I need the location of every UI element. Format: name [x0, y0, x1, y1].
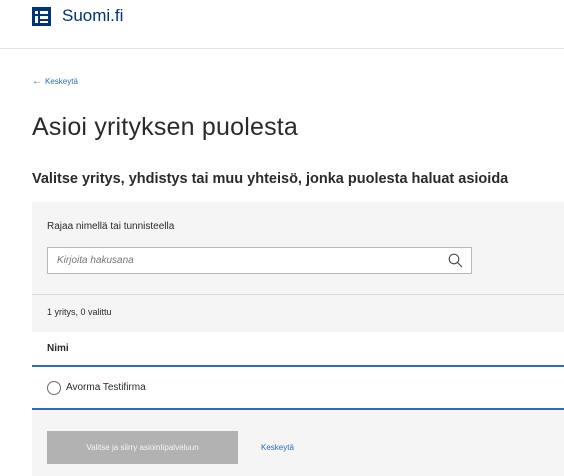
- arrow-left-icon: ←: [32, 76, 42, 87]
- radio-button[interactable]: [47, 381, 61, 395]
- organization-name: Avorma Testifirma: [66, 382, 146, 393]
- cancel-link[interactable]: Keskeytä: [261, 442, 294, 453]
- search-icon[interactable]: [448, 253, 463, 268]
- organization-row[interactable]: Avorma Testifirma: [32, 367, 564, 410]
- back-cancel-link[interactable]: ← Keskeytä: [32, 76, 78, 88]
- search-input[interactable]: [48, 248, 428, 273]
- search-box: [47, 247, 472, 274]
- organization-selection-panel: Rajaa nimellä tai tunnisteella 1 yritys,…: [32, 202, 564, 476]
- page-title: Asioi yrityksen puolesta: [32, 113, 299, 141]
- table-column-header: Nimi: [32, 332, 564, 367]
- select-and-continue-button[interactable]: Valitse ja siirry asiointipalveluun: [47, 431, 238, 464]
- back-link-label: Keskeytä: [45, 77, 78, 86]
- column-header-name: Nimi: [47, 343, 69, 354]
- suomi-fi-logo-icon[interactable]: [32, 7, 51, 26]
- result-count: 1 yritys, 0 valittu: [47, 307, 112, 317]
- filter-label: Rajaa nimellä tai tunnisteella: [47, 221, 175, 232]
- site-header: Suomi.fi: [0, 0, 564, 49]
- filter-divider: [32, 294, 564, 295]
- site-logo-text[interactable]: Suomi.fi: [62, 5, 123, 27]
- page-subtitle: Valitse yritys, yhdistys tai muu yhteisö…: [32, 171, 509, 187]
